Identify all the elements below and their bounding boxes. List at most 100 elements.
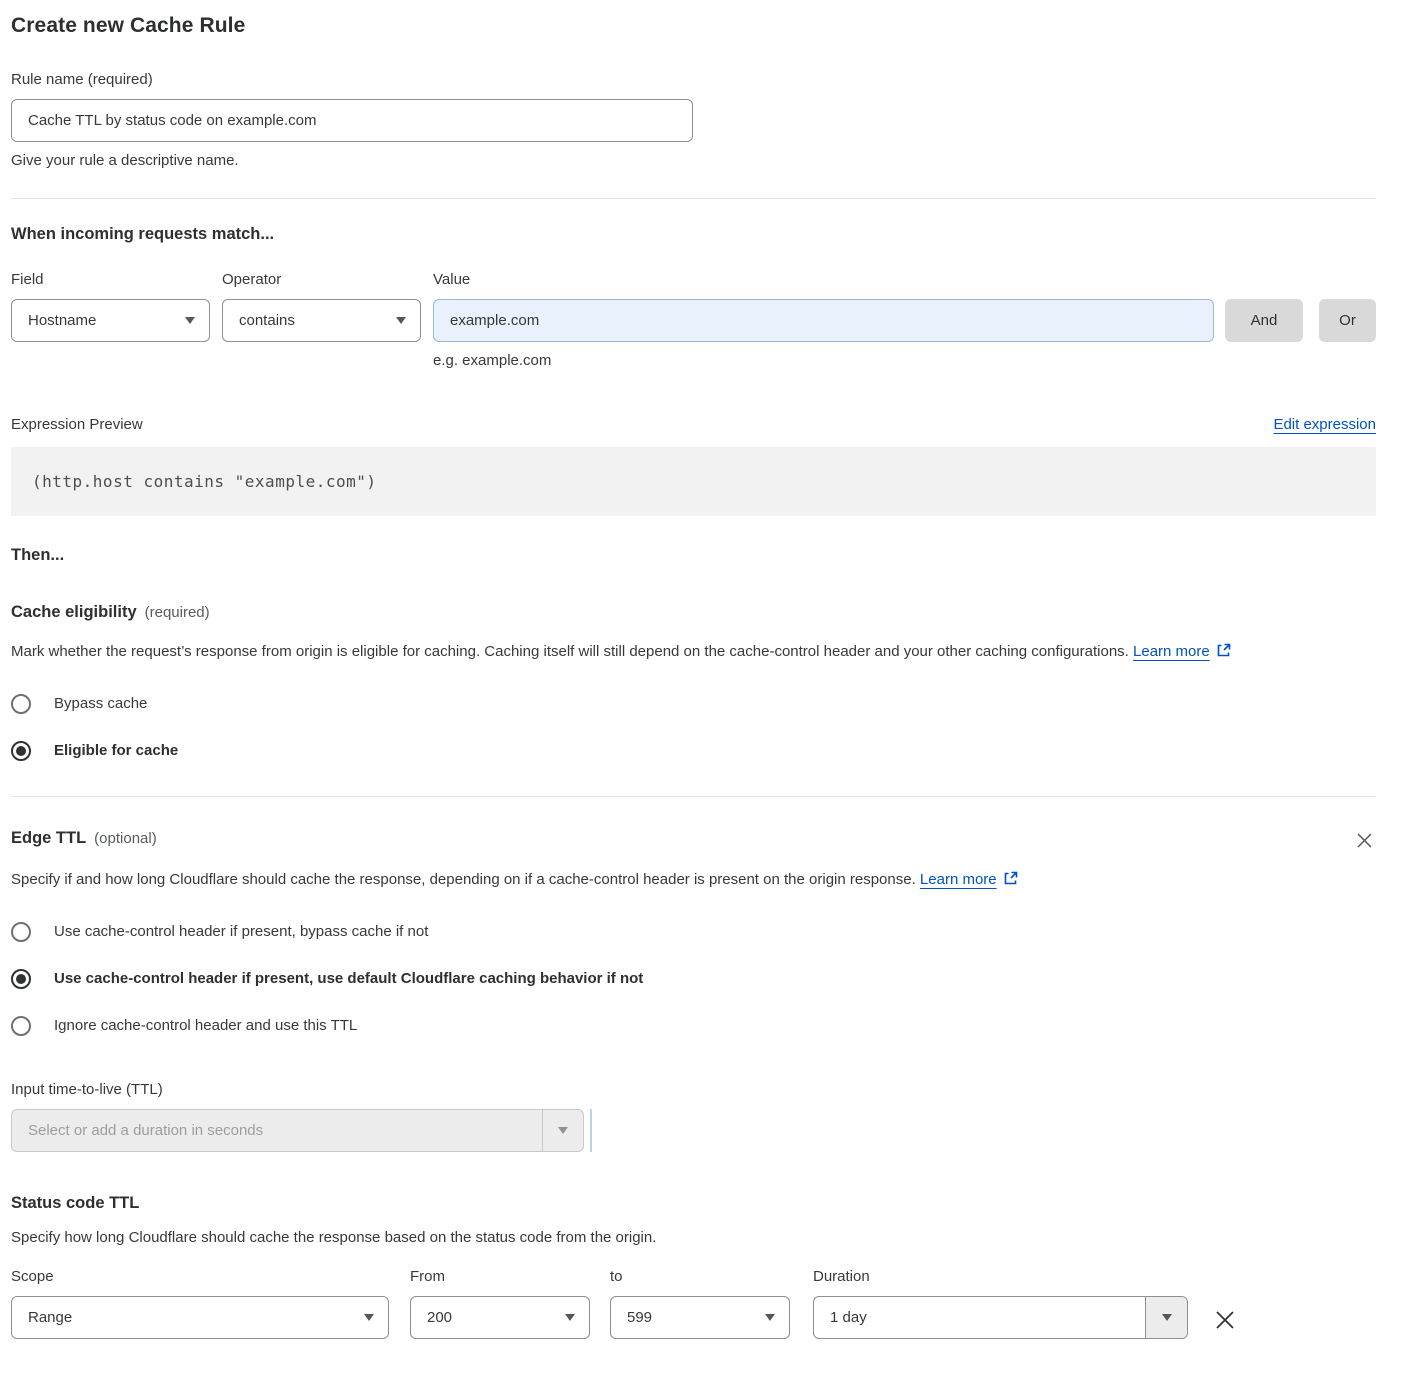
field-column: Field Hostname [11,270,210,342]
radio-label: Use cache-control header if present, byp… [54,922,428,942]
ttl-combobox-wrap: Select or add a duration in seconds [11,1109,1376,1152]
rule-name-input[interactable] [11,99,693,142]
match-heading: When incoming requests match... [11,225,1376,244]
to-select[interactable]: 599 [610,1296,790,1339]
expression-preview-label: Expression Preview [11,416,143,433]
page-title: Create new Cache Rule [11,14,1376,38]
external-link-icon [1216,643,1231,658]
status-code-ttl-heading: Status code TTL [11,1194,1376,1213]
value-column: Value e.g. example.com [433,270,1214,370]
create-cache-rule-form: Create new Cache Rule Rule name (require… [0,0,1412,1363]
duration-value: 1 day [814,1297,1145,1338]
radio-button-selected-icon[interactable] [11,969,31,989]
to-select-value: 599 [627,1309,652,1326]
section-divider [11,796,1376,797]
focus-caret [590,1109,592,1152]
scope-column: Scope Range [11,1267,389,1339]
edge-ttl-header: Edge TTL (optional) [11,829,1376,852]
edge-ttl-title: Edge TTL [11,829,86,847]
rule-name-label: Rule name (required) [11,70,1376,89]
field-label: Field [11,270,210,289]
duration-dropdown-button[interactable] [1145,1297,1187,1338]
operator-column: Operator contains [222,270,421,342]
duration-label: Duration [813,1267,1188,1286]
operator-select-value: contains [239,312,295,329]
expression-code: (http.host contains "example.com") [32,472,377,491]
expression-header: Expression Preview Edit expression [11,416,1376,433]
ttl-duration-placeholder: Select or add a duration in seconds [12,1110,542,1151]
duration-combobox[interactable]: 1 day [813,1296,1188,1339]
status-code-ttl-description: Specify how long Cloudflare should cache… [11,1228,1376,1247]
edge-ttl-learn-more-link[interactable]: Learn more [920,871,997,888]
radio-label: Eligible for cache [54,741,178,761]
cache-eligibility-options: Bypass cache Eligible for cache [11,694,1376,761]
ttl-duration-select[interactable]: Select or add a duration in seconds [11,1109,584,1152]
then-heading: Then... [11,546,1376,565]
ttl-input-label: Input time-to-live (TTL) [11,1080,1376,1099]
radio-eligible-for-cache[interactable]: Eligible for cache [11,741,1376,761]
match-value-input[interactable] [433,299,1214,342]
cache-eligibility-description-text: Mark whether the request’s response from… [11,643,1129,660]
from-label: From [410,1267,590,1286]
ttl-input-field: Input time-to-live (TTL) Select or add a… [11,1080,1376,1152]
chevron-down-icon [558,1127,568,1134]
radio-label: Bypass cache [54,694,147,714]
radio-bypass-cache[interactable]: Bypass cache [11,694,1376,714]
radio-button-selected-icon[interactable] [11,741,31,761]
radio-use-header-bypass[interactable]: Use cache-control header if present, byp… [11,922,1376,942]
field-select[interactable]: Hostname [11,299,210,342]
field-select-value: Hostname [28,312,96,329]
logic-buttons: And Or [1214,299,1376,342]
chevron-down-icon [364,1314,374,1321]
from-select[interactable]: 200 [410,1296,590,1339]
chevron-down-icon [565,1314,575,1321]
edge-ttl-options: Use cache-control header if present, byp… [11,922,1376,1036]
value-helper: e.g. example.com [433,351,1214,370]
radio-button-icon[interactable] [11,1016,31,1036]
cache-eligibility-qualifier: (required) [145,604,210,621]
edge-ttl-close-button[interactable] [1353,829,1376,852]
cache-eligibility-learn-more-link[interactable]: Learn more [1133,643,1210,660]
close-icon [1355,831,1374,850]
edge-ttl-description-text: Specify if and how long Cloudflare shoul… [11,871,916,888]
status-code-ttl-row: Scope Range From 200 to 599 Duration 1 d… [11,1267,1376,1339]
chevron-down-icon [1162,1314,1172,1321]
radio-label: Use cache-control header if present, use… [54,969,643,989]
radio-ignore-header[interactable]: Ignore cache-control header and use this… [11,1016,1376,1036]
from-select-value: 200 [427,1309,452,1326]
section-divider [11,198,1376,199]
cache-eligibility-description: Mark whether the request’s response from… [11,638,1376,666]
value-label: Value [433,270,1214,289]
scope-select[interactable]: Range [11,1296,389,1339]
and-button[interactable]: And [1225,299,1303,342]
match-row: Field Hostname Operator contains Value e… [11,270,1376,370]
operator-label: Operator [222,270,421,289]
edge-ttl-heading: Edge TTL (optional) [11,829,157,848]
cache-eligibility-title: Cache eligibility [11,603,137,621]
external-link-icon [1003,871,1018,886]
scope-label: Scope [11,1267,389,1286]
chevron-down-icon [396,317,406,324]
radio-use-header-default[interactable]: Use cache-control header if present, use… [11,969,1376,989]
close-icon [1212,1307,1238,1333]
radio-button-icon[interactable] [11,922,31,942]
ttl-duration-dropdown-button[interactable] [542,1110,583,1151]
chevron-down-icon [765,1314,775,1321]
radio-button-icon[interactable] [11,694,31,714]
expression-code-box: (http.host contains "example.com") [11,447,1376,516]
edit-expression-link[interactable]: Edit expression [1273,416,1376,433]
duration-column: Duration 1 day [813,1267,1188,1339]
edge-ttl-qualifier: (optional) [94,830,157,847]
chevron-down-icon [185,317,195,324]
scope-select-value: Range [28,1309,72,1326]
remove-status-ttl-button[interactable] [1210,1305,1240,1335]
rule-name-helper: Give your rule a descriptive name. [11,151,1376,170]
or-button[interactable]: Or [1319,299,1376,342]
to-label: to [610,1267,790,1286]
operator-select[interactable]: contains [222,299,421,342]
to-column: to 599 [610,1267,790,1339]
edge-ttl-description: Specify if and how long Cloudflare shoul… [11,866,1111,894]
radio-label: Ignore cache-control header and use this… [54,1016,357,1036]
from-column: From 200 [410,1267,590,1339]
cache-eligibility-heading: Cache eligibility (required) [11,603,1376,622]
